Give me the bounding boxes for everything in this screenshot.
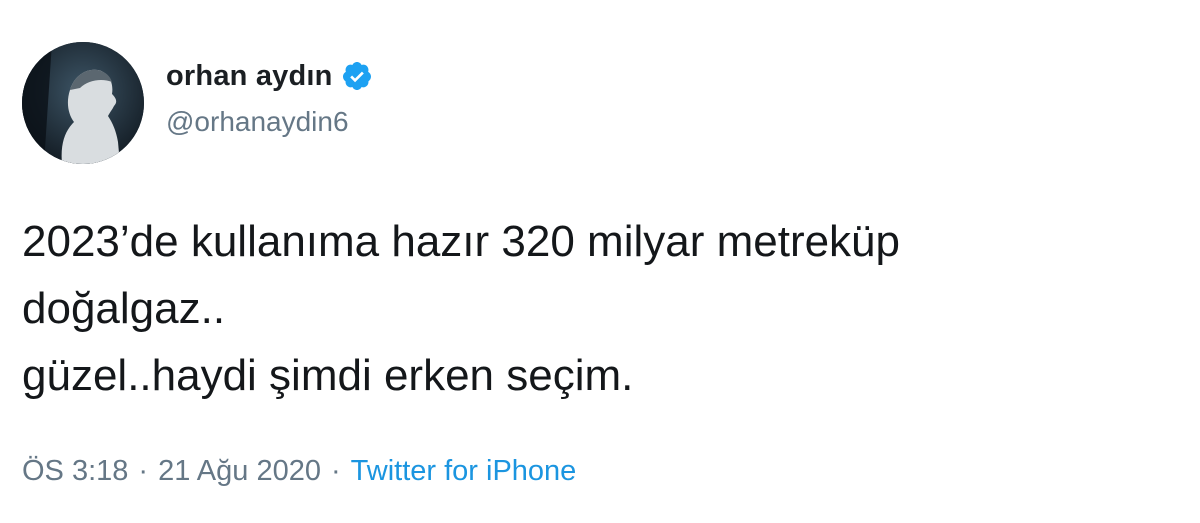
author-display-name[interactable]: orhan aydın [166, 60, 333, 93]
tweet-text-line: güzel..haydi şimdi erken seçim. [22, 351, 634, 400]
tweet-text-line: doğalgaz.. [22, 284, 226, 333]
verified-badge-icon [341, 60, 373, 92]
tweet-date[interactable]: 21 Ağu 2020 [158, 455, 321, 488]
tweet-source-link[interactable]: Twitter for iPhone [351, 455, 577, 488]
tweet-time[interactable]: ÖS 3:18 [22, 455, 128, 488]
tweet-text-line: 2023’de kullanıma hazır 320 milyar metre… [22, 217, 901, 266]
meta-separator: · [138, 455, 149, 487]
meta-separator: · [330, 455, 341, 487]
author-handle[interactable]: @orhanaydin6 [166, 106, 349, 138]
tweet-text: 2023’de kullanıma hazır 320 milyar metre… [22, 208, 1182, 409]
author-name-row[interactable]: orhan aydın [166, 58, 373, 94]
tweet-card: orhan aydın @orhanaydin6 2023’de kullanı… [0, 0, 1200, 523]
avatar[interactable] [22, 42, 144, 164]
avatar-photo [22, 42, 144, 164]
tweet-meta: ÖS 3:18 · 21 Ağu 2020 · Twitter for iPho… [22, 455, 576, 488]
